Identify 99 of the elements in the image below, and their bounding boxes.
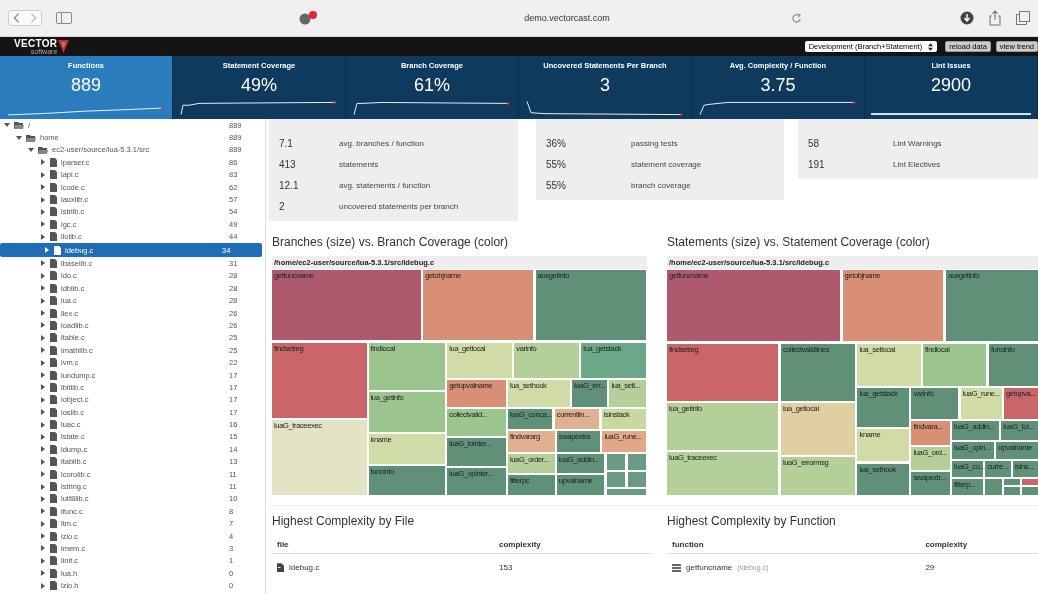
column-header[interactable]: complexity (499, 540, 541, 549)
chart-title: Statements (size) vs. Statement Coverage (color) (667, 235, 931, 249)
stat-label: Lint Warnings (893, 139, 942, 148)
caret-icon[interactable] (40, 557, 46, 564)
caret-icon[interactable] (40, 545, 46, 552)
folder-icon (14, 121, 24, 130)
metric-value: 3.75 (760, 75, 796, 96)
stat-label: uncovered statements per branch (339, 202, 459, 211)
treemap-tile[interactable] (1004, 487, 1021, 496)
table-cell: 153 (499, 563, 513, 572)
reload-icon[interactable] (791, 12, 802, 24)
caret-icon[interactable] (40, 184, 46, 191)
caret-icon[interactable] (40, 396, 46, 403)
treemap-tile[interactable] (606, 453, 627, 471)
caret-icon[interactable] (16, 134, 22, 141)
caret-icon[interactable] (40, 322, 46, 329)
caret-icon[interactable] (40, 196, 46, 203)
select-arrows-icon (928, 42, 934, 51)
caret-icon[interactable] (40, 285, 46, 292)
file-icon (277, 563, 284, 572)
caret-icon[interactable] (40, 310, 46, 317)
column-header[interactable]: file (277, 540, 499, 549)
stat-label: avg. statements / function (339, 181, 431, 190)
treemap-tile[interactable] (606, 489, 647, 496)
treemap-tile[interactable] (627, 471, 647, 489)
caret-icon[interactable] (40, 372, 46, 378)
caret-icon[interactable] (40, 171, 46, 178)
caret-icon[interactable] (40, 421, 46, 428)
caret-icon[interactable] (40, 297, 46, 304)
caret-icon[interactable] (4, 122, 10, 129)
url-text: demo.vectorcast.com (524, 13, 610, 23)
caret-icon[interactable] (40, 508, 46, 515)
metric-value: 889 (70, 75, 101, 96)
logo-mark-icon (58, 40, 70, 53)
table-cell: 29 (925, 563, 935, 572)
caret-icon[interactable] (40, 347, 46, 354)
caret-icon[interactable] (40, 570, 46, 577)
stat-value: 191 (808, 159, 826, 170)
folder-icon (26, 133, 36, 142)
table-title: Highest Complexity by File (272, 514, 416, 528)
chart-title: Branches (size) vs. Branch Coverage (color) (272, 235, 510, 249)
treemap-tile[interactable] (1022, 487, 1038, 496)
caret-icon[interactable] (40, 334, 46, 341)
stat-label: statements (339, 160, 379, 169)
caret-icon[interactable] (28, 146, 34, 153)
caret-icon[interactable] (40, 495, 46, 502)
stat-label: Lint Electives (893, 160, 941, 169)
stat-label: statement coverage (631, 160, 702, 169)
column-header[interactable]: complexity (925, 540, 968, 549)
caret-icon[interactable] (40, 208, 46, 215)
metric-value: 49% (241, 75, 277, 96)
list-icon (672, 563, 681, 572)
download-icon[interactable] (960, 11, 974, 25)
extension-icon[interactable] (298, 11, 318, 25)
sidebar-icon[interactable] (56, 12, 72, 24)
caret-icon[interactable] (40, 433, 46, 440)
caret-icon[interactable] (40, 533, 46, 540)
caret-icon[interactable] (40, 458, 46, 465)
caret-icon[interactable] (40, 483, 46, 490)
metric-value: 2900 (930, 75, 971, 96)
caret-icon[interactable] (40, 260, 46, 267)
stat-label: avg. branches / function (339, 139, 424, 148)
table-cell: getfuncname (686, 563, 733, 572)
caret-icon[interactable] (40, 384, 46, 391)
folder-icon (38, 145, 48, 154)
caret-icon[interactable] (40, 582, 46, 589)
caret-icon[interactable] (40, 520, 46, 527)
treemap-tile[interactable] (985, 478, 1003, 496)
caret-icon[interactable] (40, 221, 46, 228)
caret-icon[interactable] (40, 159, 46, 166)
tabs-icon[interactable] (1016, 11, 1030, 25)
table-title: Highest Complexity by Function (667, 514, 837, 528)
treemap-tile[interactable] (1004, 478, 1021, 487)
stat-value: 413 (279, 159, 297, 170)
treemap-tile[interactable] (627, 453, 647, 471)
stat-value: 55% (546, 180, 567, 191)
metric-value: 3 (600, 75, 610, 96)
caret-icon[interactable] (40, 471, 46, 478)
stat-value: 36% (546, 138, 567, 149)
metric-value: 61% (414, 75, 450, 96)
table-cell: ldebug.c (289, 563, 320, 572)
caret-icon[interactable] (40, 446, 46, 453)
address-bar[interactable]: demo.vectorcast.com (332, 8, 802, 28)
stat-value: 7.1 (279, 138, 294, 149)
stat-value: 58 (808, 138, 821, 149)
column-header[interactable]: function (672, 540, 926, 549)
stat-value: 55% (546, 159, 567, 170)
caret-icon[interactable] (40, 272, 46, 279)
caret-icon[interactable] (44, 247, 50, 254)
caret-icon[interactable] (40, 409, 46, 416)
caret-icon[interactable] (40, 359, 46, 366)
treemap-tile[interactable] (606, 471, 627, 489)
caret-icon[interactable] (40, 233, 46, 240)
stat-label: passing tests (631, 139, 678, 148)
stat-value: 2 (279, 201, 286, 212)
stat-value: 12.1 (279, 180, 300, 191)
share-icon[interactable] (988, 10, 1002, 26)
treemap-tile[interactable] (1022, 478, 1038, 487)
stat-label: branch coverage (631, 181, 691, 190)
